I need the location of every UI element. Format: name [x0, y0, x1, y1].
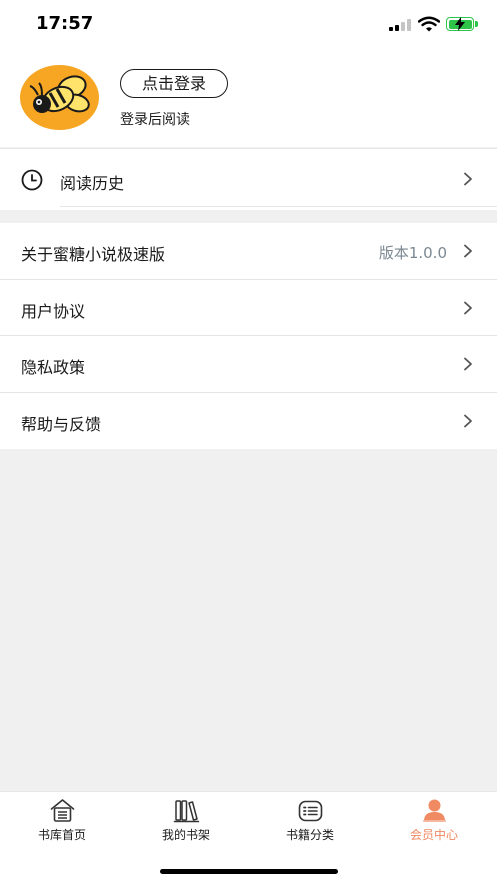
menu-item-label: 用户协议 [21, 301, 86, 321]
tab-label: 书籍分类 [285, 828, 334, 842]
menu-item-help-feedback[interactable]: 帮助与反馈 [0, 393, 497, 450]
chevron-right-icon [464, 301, 472, 314]
version-text: 版本1.0.0 [378, 244, 447, 262]
profile-header: 点击登录 登录后阅读 [0, 48, 497, 147]
reading-history-label: 阅读历史 [60, 174, 125, 193]
tab-label: 书库首页 [37, 828, 86, 842]
wifi-icon [418, 16, 440, 32]
login-hint: 登录后阅读 [120, 112, 190, 128]
chevron-right-icon [464, 357, 472, 371]
avatar[interactable] [20, 65, 99, 130]
home-indicator [160, 869, 338, 874]
home-icon [50, 799, 75, 822]
tab-book-categories[interactable]: 书籍分类 [248, 792, 372, 852]
login-button[interactable]: 点击登录 [120, 69, 228, 98]
status-time: 17:57 [36, 13, 94, 34]
menu-item-privacy-policy[interactable]: 隐私政策 [0, 336, 497, 393]
chevron-right-icon [464, 172, 472, 186]
menu-item-label: 隐私政策 [21, 358, 86, 377]
user-icon [423, 799, 446, 822]
category-icon [298, 800, 323, 822]
reading-history-row[interactable]: 阅读历史 [0, 148, 497, 210]
menu-item-label: 关于蜜糖小说极速版 [21, 245, 166, 264]
chevron-right-icon [464, 414, 472, 427]
settings-menu: 关于蜜糖小说极速版 版本1.0.0 用户协议 隐私政策 帮助与反馈 [0, 223, 497, 449]
divider [60, 206, 497, 207]
clock-icon [21, 169, 43, 191]
tab-label: 会员中心 [409, 828, 458, 842]
menu-item-label: 帮助与反馈 [21, 414, 102, 434]
bookshelf-icon [173, 800, 200, 823]
tab-my-bookshelf[interactable]: 我的书架 [124, 792, 248, 852]
battery-cap [475, 21, 478, 27]
battery-charging-icon [446, 17, 474, 31]
tab-label: 我的书架 [161, 828, 210, 842]
bee-icon [29, 75, 90, 113]
tab-library-home[interactable]: 书库首页 [0, 792, 124, 852]
cellular-signal-icon [389, 19, 411, 31]
menu-item-about[interactable]: 关于蜜糖小说极速版 版本1.0.0 [0, 223, 497, 280]
tab-member-center[interactable]: 会员中心 [372, 792, 496, 852]
menu-item-user-agreement[interactable]: 用户协议 [0, 280, 497, 336]
chevron-right-icon [464, 244, 472, 258]
status-bar: 17:57 [0, 0, 497, 48]
